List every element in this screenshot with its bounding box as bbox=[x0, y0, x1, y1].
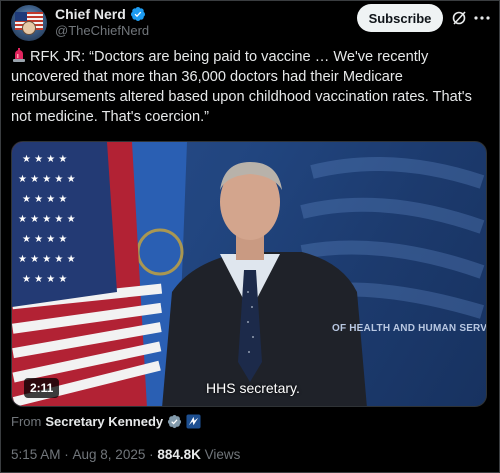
siren-icon bbox=[13, 48, 25, 62]
views-label: Views bbox=[200, 447, 241, 462]
svg-text:★ ★ ★ ★ ★: ★ ★ ★ ★ ★ bbox=[18, 254, 76, 265]
gov-verified-icon bbox=[168, 414, 182, 429]
video-player[interactable]: ★ ★ ★ ★ ★ ★ ★ ★ ★ ★ ★ ★ ★ ★ ★ ★ ★ ★ ★ ★ … bbox=[11, 141, 487, 407]
tweet-meta: 5:15 AM · Aug 8, 2025 · 884.8K Views bbox=[11, 447, 240, 462]
tweet-time[interactable]: 5:15 AM bbox=[11, 447, 61, 462]
svg-text:★ ★ ★ ★: ★ ★ ★ ★ bbox=[22, 154, 67, 165]
subscribe-button[interactable]: Subscribe bbox=[357, 4, 443, 32]
speaker-figure bbox=[162, 162, 367, 406]
video-caption: HHS secretary. bbox=[206, 380, 300, 396]
meta-separator: · bbox=[60, 447, 73, 462]
svg-text:★ ★ ★ ★: ★ ★ ★ ★ bbox=[22, 234, 67, 245]
avatar[interactable] bbox=[11, 5, 47, 41]
more-dots-icon bbox=[474, 16, 490, 20]
tweet-text: RFK JR: “Doctors are being paid to vacci… bbox=[11, 47, 489, 127]
svg-text:★ ★ ★ ★ ★: ★ ★ ★ ★ ★ bbox=[18, 174, 76, 185]
tweet-card: Chief Nerd @TheChiefNerd Subscribe RFK J… bbox=[0, 0, 500, 473]
author-name-row[interactable]: Chief Nerd bbox=[55, 6, 146, 22]
affiliate-gov-icon bbox=[186, 414, 201, 429]
svg-text:★ ★ ★ ★: ★ ★ ★ ★ bbox=[22, 194, 67, 205]
svg-text:★ ★ ★ ★: ★ ★ ★ ★ bbox=[22, 274, 67, 285]
author-handle[interactable]: @TheChiefNerd bbox=[55, 23, 149, 38]
verified-badge-icon bbox=[130, 7, 145, 21]
from-label: From bbox=[11, 414, 42, 429]
tweet-date[interactable]: Aug 8, 2025 bbox=[73, 447, 146, 462]
meta-separator-2: · bbox=[145, 447, 158, 462]
backdrop-text: OF HEALTH AND HUMAN SERVICES bbox=[332, 323, 487, 334]
tweet-body: RFK JR: “Doctors are being paid to vacci… bbox=[11, 49, 472, 125]
author-display-name[interactable]: Chief Nerd bbox=[55, 6, 126, 22]
avatar-figure bbox=[22, 21, 36, 35]
video-duration: 2:11 bbox=[24, 378, 60, 398]
grok-icon[interactable] bbox=[451, 10, 467, 26]
views-count: 884.8K bbox=[157, 447, 201, 462]
svg-text:★ ★ ★ ★ ★: ★ ★ ★ ★ ★ bbox=[18, 214, 76, 225]
more-icon[interactable] bbox=[473, 11, 491, 25]
from-account-name[interactable]: Secretary Kennedy bbox=[45, 414, 163, 429]
from-attribution: From Secretary Kennedy bbox=[11, 414, 201, 429]
video-frame: ★ ★ ★ ★ ★ ★ ★ ★ ★ ★ ★ ★ ★ ★ ★ ★ ★ ★ ★ ★ … bbox=[12, 142, 485, 406]
